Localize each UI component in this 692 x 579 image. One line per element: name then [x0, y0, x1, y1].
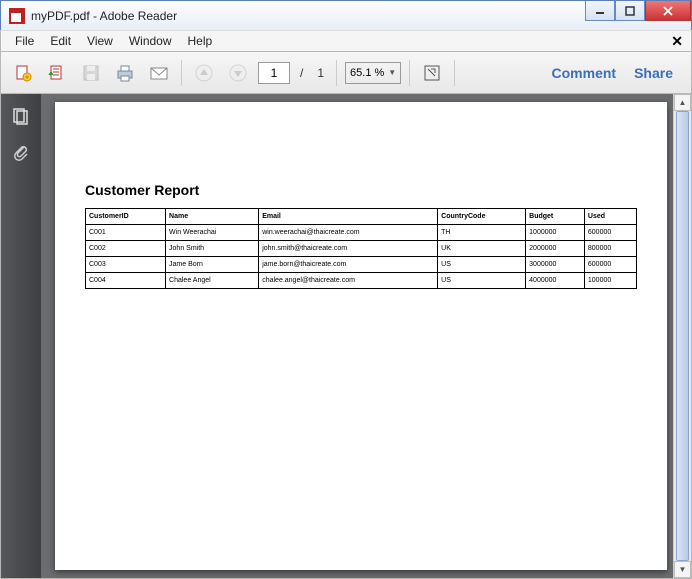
title-bar: myPDF.pdf - Adobe Reader	[0, 0, 692, 30]
comment-button[interactable]: Comment	[552, 65, 617, 81]
email-button[interactable]	[145, 59, 173, 87]
read-mode-icon	[423, 64, 441, 82]
paperclip-icon	[12, 143, 30, 161]
table-row: C001Win Weerachaiwin.weerachai@thaicreat…	[86, 225, 637, 241]
minimize-button[interactable]	[585, 1, 615, 21]
print-button[interactable]	[111, 59, 139, 87]
cell: John Smith	[166, 241, 259, 257]
cell: Win Weerachai	[166, 225, 259, 241]
print-icon	[115, 63, 135, 83]
vertical-scrollbar[interactable]: ▲ ▼	[673, 94, 691, 578]
cell: 600000	[584, 225, 636, 241]
attachments-panel-button[interactable]	[11, 142, 31, 162]
arrow-down-icon	[229, 64, 247, 82]
cell: C001	[86, 225, 166, 241]
page-down-button[interactable]	[224, 59, 252, 87]
separator	[409, 60, 410, 86]
maximize-icon	[625, 6, 635, 16]
cell: TH	[438, 225, 526, 241]
export-pdf-icon	[13, 63, 33, 83]
pdf-page: Customer Report CustomerID Name Email Co…	[55, 102, 667, 570]
window-controls	[585, 1, 691, 21]
document-viewport[interactable]: Customer Report CustomerID Name Email Co…	[41, 94, 691, 578]
customer-table: CustomerID Name Email CountryCode Budget…	[85, 208, 637, 289]
cell: 2000000	[526, 241, 585, 257]
separator	[181, 60, 182, 86]
cell: C004	[86, 273, 166, 289]
separator	[336, 60, 337, 86]
col-email: Email	[259, 209, 438, 225]
zoom-value: 65.1 %	[350, 67, 384, 79]
email-icon	[149, 63, 169, 83]
app-icon	[9, 8, 25, 24]
scroll-track[interactable]	[674, 111, 691, 561]
separator	[454, 60, 455, 86]
menu-view[interactable]: View	[79, 32, 121, 50]
page-number-input[interactable]	[258, 62, 290, 84]
page-sep: /	[296, 66, 307, 80]
table-row: C004Chalee Angelchalee.angel@thaicreate.…	[86, 273, 637, 289]
cell: US	[438, 273, 526, 289]
cell: 3000000	[526, 257, 585, 273]
cell: Chalee Angel	[166, 273, 259, 289]
toolbar: / 1 65.1 % ▼ Comment Share	[0, 52, 692, 94]
cell: win.weerachai@thaicreate.com	[259, 225, 438, 241]
main-area: Customer Report CustomerID Name Email Co…	[0, 94, 692, 579]
cell: jame.born@thaicreate.com	[259, 257, 438, 273]
col-customerid: CustomerID	[86, 209, 166, 225]
cell: C003	[86, 257, 166, 273]
menu-bar: File Edit View Window Help ✕	[0, 30, 692, 52]
table-row: C003Jame Bornjame.born@thaicreate.comUS3…	[86, 257, 637, 273]
menu-window[interactable]: Window	[121, 32, 180, 50]
nav-pane	[1, 94, 41, 578]
window-title: myPDF.pdf - Adobe Reader	[31, 9, 177, 23]
col-budget: Budget	[526, 209, 585, 225]
cell: 100000	[584, 273, 636, 289]
chevron-down-icon: ▼	[388, 68, 396, 77]
cell: john.smith@thaicreate.com	[259, 241, 438, 257]
cell: C002	[86, 241, 166, 257]
scroll-down-button[interactable]: ▼	[674, 561, 691, 578]
cell: US	[438, 257, 526, 273]
arrow-up-icon	[195, 64, 213, 82]
report-title: Customer Report	[85, 182, 637, 198]
maximize-button[interactable]	[615, 1, 645, 21]
read-mode-button[interactable]	[418, 59, 446, 87]
cell: chalee.angel@thaicreate.com	[259, 273, 438, 289]
menu-file[interactable]: File	[7, 32, 42, 50]
page-up-button[interactable]	[190, 59, 218, 87]
table-row: C002John Smithjohn.smith@thaicreate.comU…	[86, 241, 637, 257]
close-window-button[interactable]	[645, 1, 691, 21]
save-icon	[82, 64, 100, 82]
toolbar-right: Comment Share	[552, 65, 683, 81]
cell: 800000	[584, 241, 636, 257]
col-used: Used	[584, 209, 636, 225]
thumbnails-panel-button[interactable]	[11, 106, 31, 126]
cell: UK	[438, 241, 526, 257]
close-icon	[662, 6, 674, 16]
scroll-up-button[interactable]: ▲	[674, 94, 691, 111]
menu-help[interactable]: Help	[180, 32, 221, 50]
col-countrycode: CountryCode	[438, 209, 526, 225]
page-total: 1	[313, 66, 328, 80]
cell: 600000	[584, 257, 636, 273]
export-pdf-button[interactable]	[9, 59, 37, 87]
cell: 4000000	[526, 273, 585, 289]
save-button[interactable]	[77, 59, 105, 87]
open-icon	[47, 63, 67, 83]
cell: Jame Born	[166, 257, 259, 273]
col-name: Name	[166, 209, 259, 225]
open-button[interactable]	[43, 59, 71, 87]
zoom-select[interactable]: 65.1 % ▼	[345, 62, 401, 84]
close-doc-button[interactable]: ✕	[671, 33, 683, 50]
thumbnails-icon	[12, 107, 30, 125]
scroll-thumb[interactable]	[676, 111, 689, 561]
share-button[interactable]: Share	[634, 65, 673, 81]
cell: 1000000	[526, 225, 585, 241]
minimize-icon	[595, 6, 605, 16]
table-header-row: CustomerID Name Email CountryCode Budget…	[86, 209, 637, 225]
menu-edit[interactable]: Edit	[42, 32, 79, 50]
